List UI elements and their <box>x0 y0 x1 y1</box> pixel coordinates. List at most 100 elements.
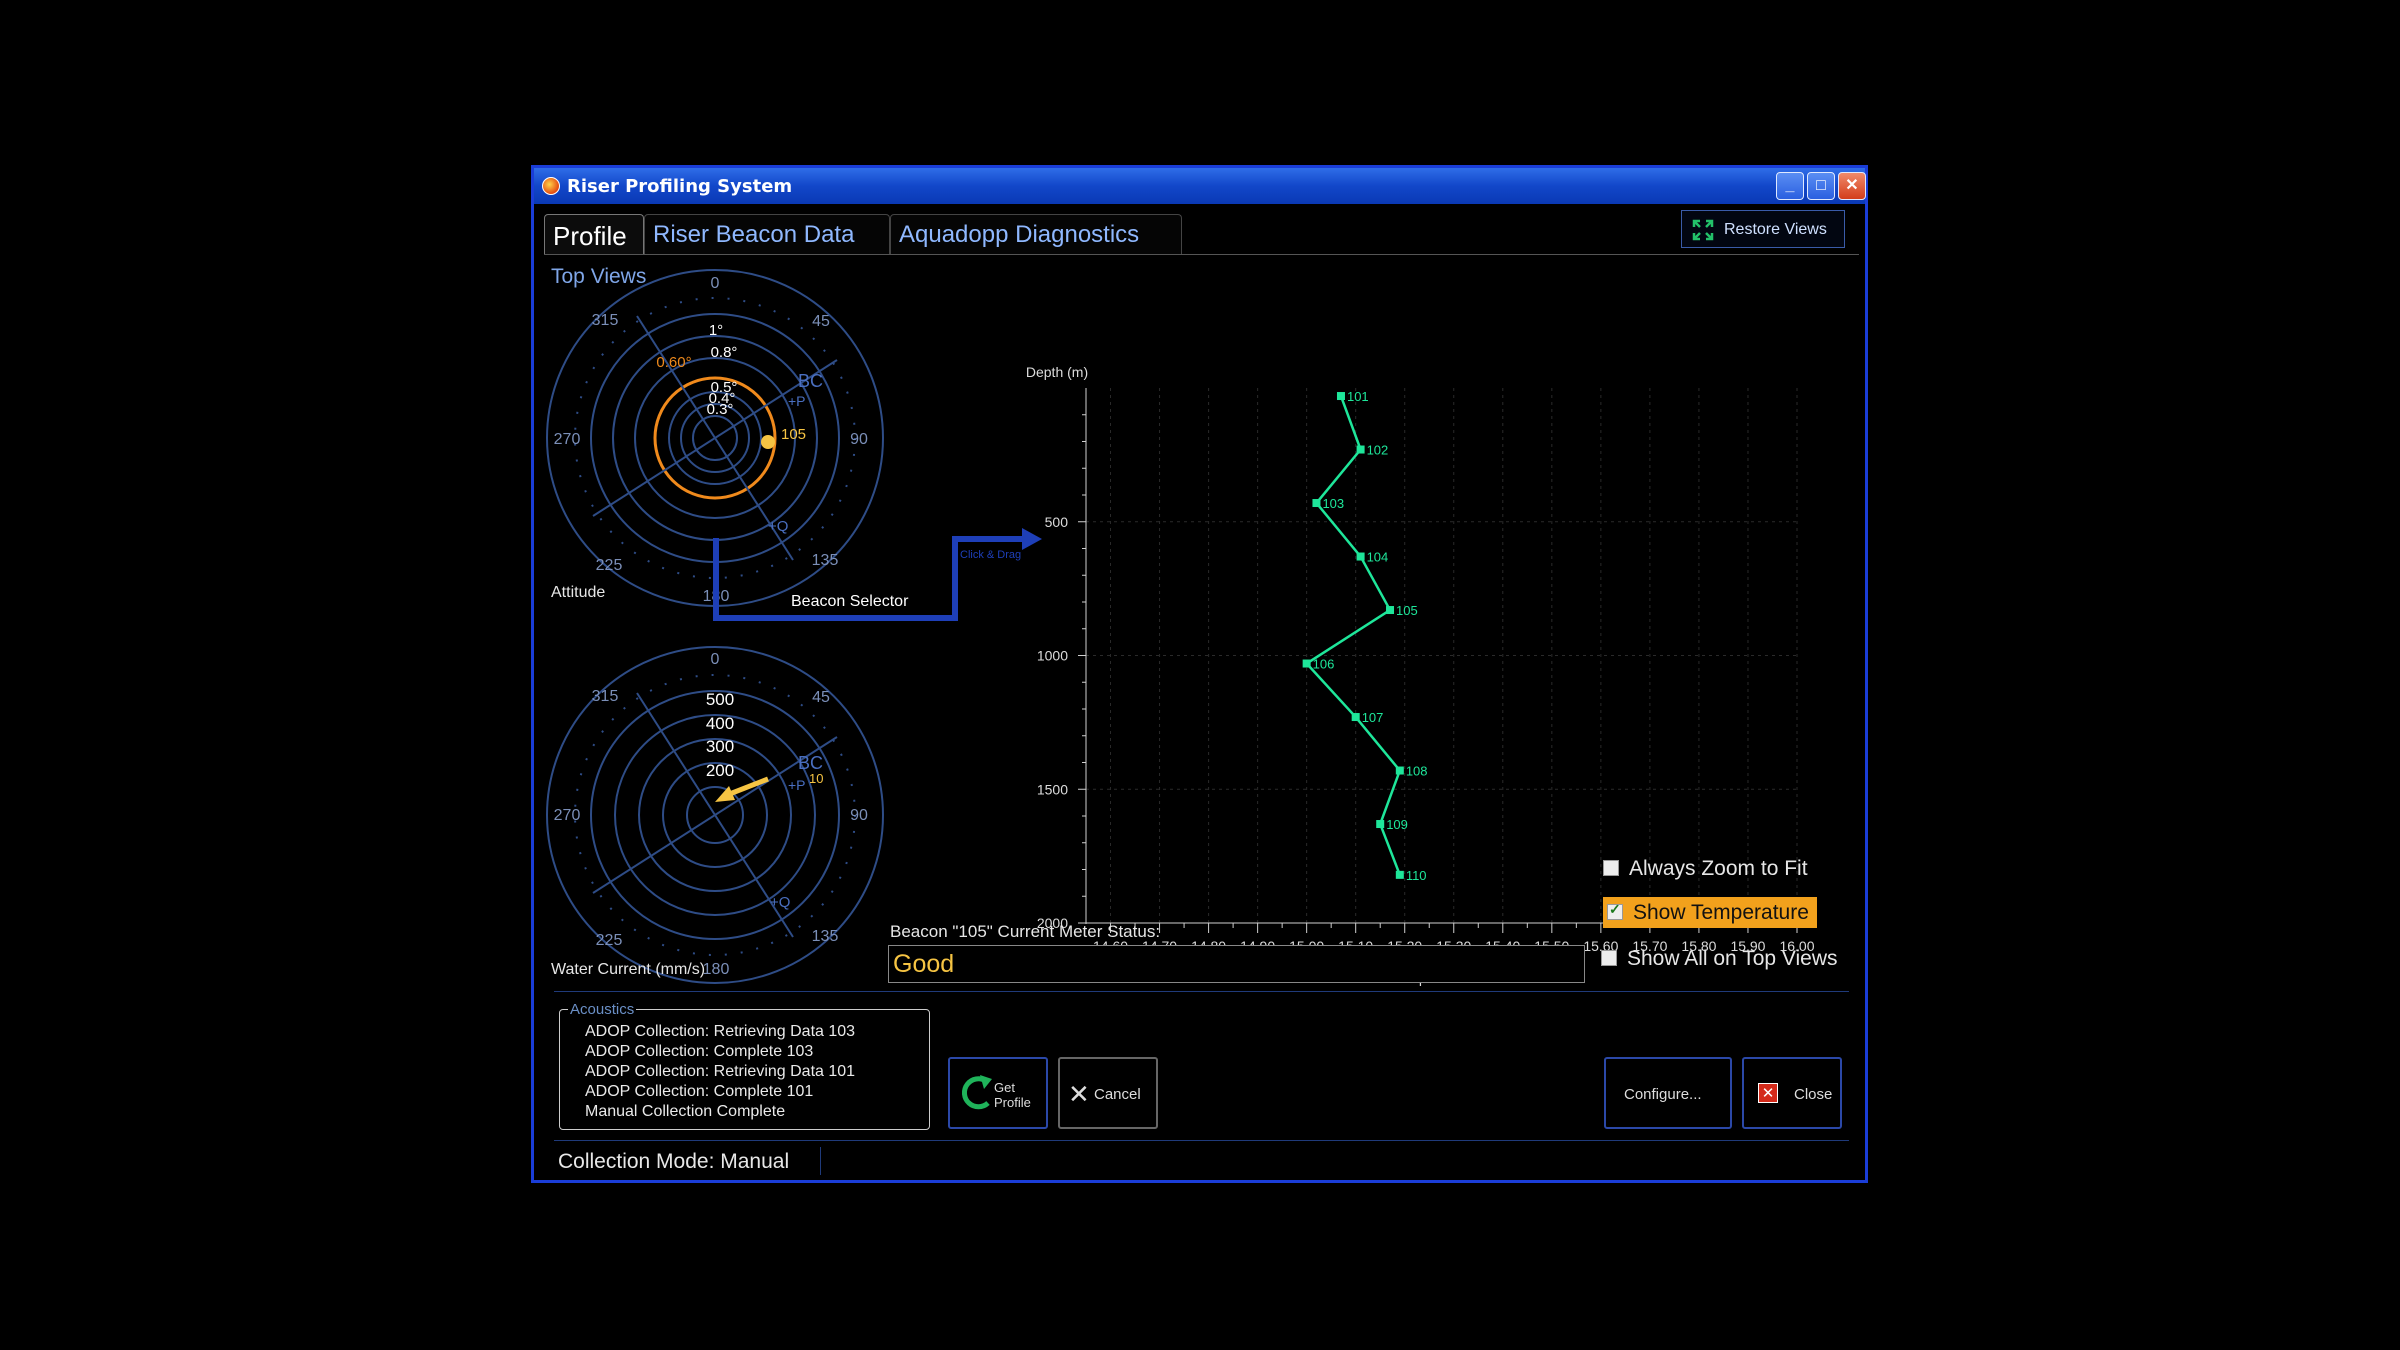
current-marker-p: +P <box>788 777 806 793</box>
data-point <box>1302 659 1311 668</box>
get-profile-line1: Get <box>994 1080 1015 1095</box>
show-temperature-label: Show Temperature <box>1633 901 1809 924</box>
data-point <box>1312 499 1321 508</box>
minimize-button[interactable]: _ <box>1776 172 1804 200</box>
series-line <box>1304 395 1402 876</box>
y-axis-label: Depth (m) <box>1026 364 1088 380</box>
chart-grid <box>1086 388 1798 924</box>
data-point <box>1351 713 1360 722</box>
marker-bc: BC <box>798 371 823 391</box>
data-point <box>1395 870 1404 879</box>
ring-label-0-3deg: 0.3° <box>707 401 734 418</box>
configure-button[interactable]: Configure... <box>1604 1057 1732 1129</box>
current-label-180: 180 <box>703 961 730 978</box>
get-profile-line2: Profile <box>994 1095 1031 1110</box>
ring-label-1deg: 1° <box>709 322 723 339</box>
data-label: 102 <box>1367 443 1389 458</box>
tab-aquadopp-diagnostics[interactable]: Aquadopp Diagnostics <box>890 214 1182 254</box>
configure-label: Configure... <box>1624 1086 1702 1103</box>
show-temperature-option[interactable]: Show Temperature <box>1603 897 1817 928</box>
data-point <box>1386 606 1395 615</box>
current-label-0: 0 <box>711 651 720 668</box>
status-value: Good <box>888 945 1585 983</box>
log-line: ADOP Collection: Complete 103 <box>585 1043 814 1060</box>
marker-p: +P <box>788 393 806 409</box>
water-current-label: Water Current (mm/s) <box>551 961 706 978</box>
orange-ring-label: 0.60° <box>656 354 691 371</box>
attitude-label: Attitude <box>551 584 606 601</box>
data-label: 107 <box>1362 710 1384 725</box>
beacon-105-label: 105 <box>781 426 806 443</box>
maximize-button[interactable]: □ <box>1807 172 1835 200</box>
cancel-label: Cancel <box>1094 1086 1141 1103</box>
current-beacon-label: 10 <box>809 771 823 786</box>
ring-label-0-8deg: 0.8° <box>711 344 738 361</box>
show-all-checkbox[interactable] <box>1601 950 1617 966</box>
compass-label-270: 270 <box>554 431 581 448</box>
tab-profile[interactable]: Profile <box>544 214 644 254</box>
current-marker-q: +Q <box>770 894 790 911</box>
beacon-105-dot[interactable] <box>761 435 775 449</box>
current-label-225: 225 <box>596 932 623 949</box>
data-point <box>1356 552 1365 561</box>
tab-divider <box>544 254 1859 255</box>
current-label-270: 270 <box>554 807 581 824</box>
get-profile-button[interactable]: Get Profile <box>948 1057 1048 1129</box>
statusbar-divider <box>820 1147 821 1175</box>
compass-label-45: 45 <box>812 313 830 330</box>
show-all-label: Show All on Top Views <box>1627 947 1838 970</box>
data-label: 105 <box>1396 603 1418 618</box>
collection-mode: Collection Mode: Manual <box>558 1150 790 1173</box>
data-point <box>1395 766 1404 775</box>
refresh-icon <box>961 1075 992 1110</box>
always-zoom-option[interactable]: Always Zoom to Fit <box>1603 857 1808 881</box>
acoustics-title: Acoustics <box>568 1001 637 1018</box>
close-x-icon: ✕ <box>1758 1083 1778 1103</box>
data-label: 103 <box>1322 496 1344 511</box>
data-label: 104 <box>1367 550 1389 565</box>
statusbar-separator <box>554 1140 1849 1141</box>
current-marker-bc: BC <box>798 753 823 773</box>
current-label-90: 90 <box>850 807 868 824</box>
data-label: 106 <box>1313 657 1335 672</box>
current-label-45: 45 <box>812 689 830 706</box>
compass-label-90: 90 <box>850 431 868 448</box>
chart-series: 101 102 103 104 105 106 107 108 109 110 <box>1302 389 1428 883</box>
log-line: ADOP Collection: Complete 101 <box>585 1083 814 1100</box>
data-point <box>1356 445 1365 454</box>
always-zoom-label: Always Zoom to Fit <box>1629 857 1808 880</box>
show-temperature-checkbox[interactable] <box>1607 901 1623 920</box>
compass-label-315: 315 <box>592 312 619 329</box>
title-bar: Riser Profiling System _ □ ✕ <box>534 168 1866 204</box>
current-label-315: 315 <box>592 688 619 705</box>
compass-label-225: 225 <box>596 557 623 574</box>
restore-views-button[interactable]: Restore Views <box>1681 210 1845 248</box>
data-point <box>1336 392 1345 401</box>
tab-riser-beacon-data[interactable]: Riser Beacon Data <box>644 214 890 254</box>
ring-label-400: 400 <box>706 714 734 733</box>
ring-label-200: 200 <box>706 761 734 780</box>
always-zoom-checkbox[interactable] <box>1603 860 1619 876</box>
data-point <box>1376 820 1385 829</box>
close-window-button[interactable]: ✕ <box>1838 172 1866 200</box>
acoustics-log: ADOP Collection: Retrieving Data 103 ADO… <box>585 1022 855 1122</box>
window-title: Riser Profiling System <box>567 176 793 197</box>
y-tick-label: 1500 <box>1037 781 1068 797</box>
compass-label-0: 0 <box>711 275 720 292</box>
beacon-selector-label: Beacon Selector <box>791 593 909 610</box>
acoustics-panel: Acoustics ADOP Collection: Retrieving Da… <box>559 1001 930 1130</box>
log-line: ADOP Collection: Retrieving Data 103 <box>585 1023 856 1040</box>
log-line: ADOP Collection: Retrieving Data 101 <box>585 1063 856 1080</box>
app-icon <box>542 177 560 195</box>
current-label-135: 135 <box>812 928 839 945</box>
show-all-option[interactable]: Show All on Top Views <box>1601 947 1838 971</box>
cancel-button[interactable]: ✕ Cancel <box>1058 1057 1158 1129</box>
data-label: 101 <box>1347 389 1369 404</box>
cancel-x-icon: ✕ <box>1068 1079 1090 1109</box>
water-current-compass[interactable]: 0 45 90 135 180 225 270 315 500 400 300 … <box>544 645 884 990</box>
log-line: Manual Collection Complete <box>585 1103 786 1120</box>
y-tick-label: 1000 <box>1037 648 1068 664</box>
ring-label-500: 500 <box>706 690 734 709</box>
close-button[interactable]: ✕ Close <box>1742 1057 1842 1129</box>
expand-icon <box>1692 219 1714 241</box>
